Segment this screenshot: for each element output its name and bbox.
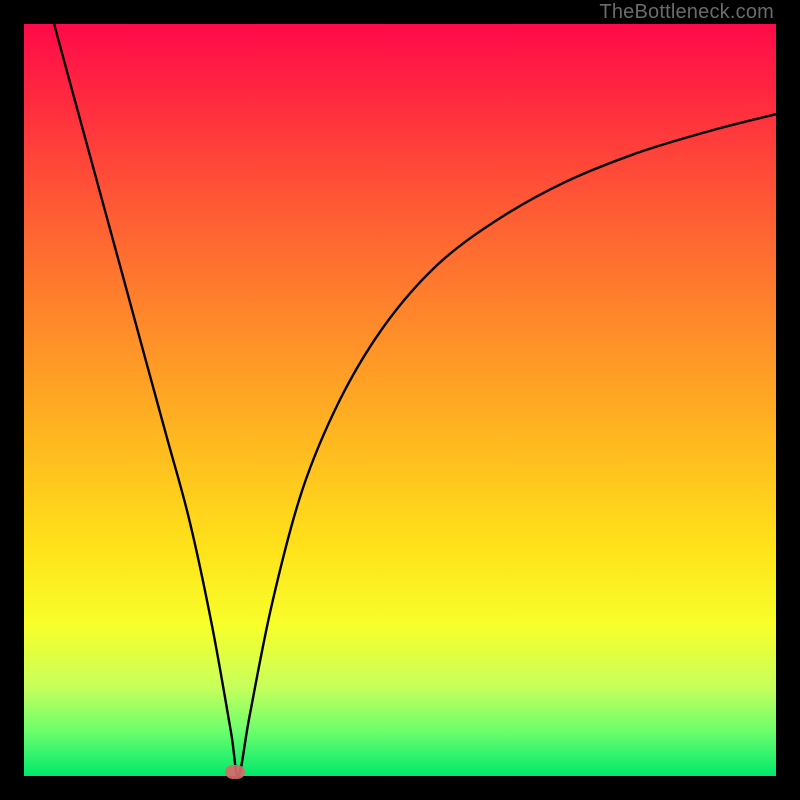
- watermark-text: TheBottleneck.com: [599, 1, 774, 24]
- chart-frame: TheBottleneck.com: [0, 0, 800, 800]
- bottleneck-curve: [24, 24, 776, 776]
- optimum-marker: [225, 765, 245, 779]
- plot-area: [24, 24, 776, 776]
